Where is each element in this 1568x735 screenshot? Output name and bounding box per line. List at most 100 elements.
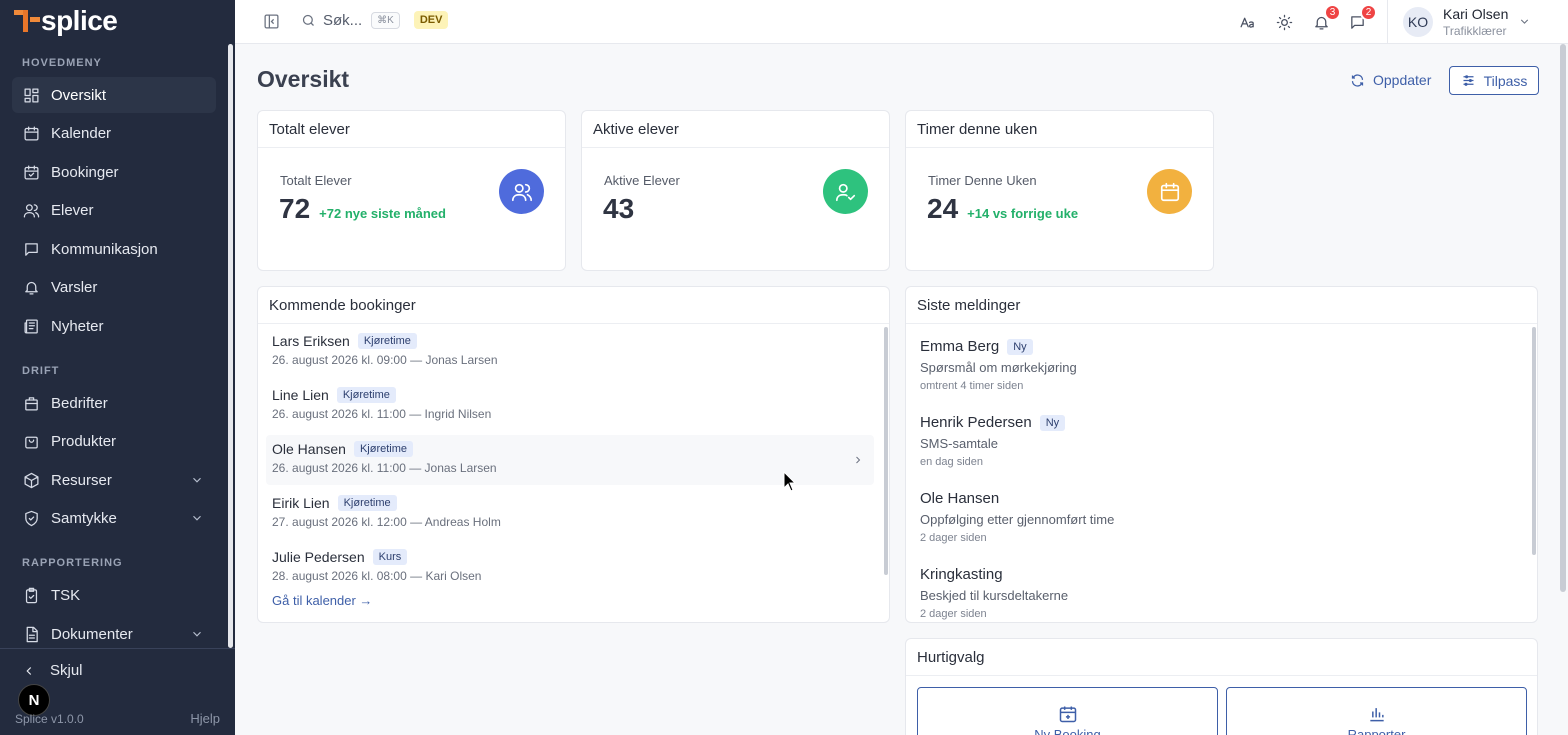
logo[interactable]: splice [14, 5, 118, 36]
new-booking-button[interactable]: Ny Booking [917, 687, 1218, 735]
sidebar-item-label: Resurser [51, 471, 112, 489]
message-text: Spørsmål om mørkekjøring [920, 360, 1077, 375]
refresh-button[interactable]: Oppdater [1350, 66, 1431, 94]
sidebar-item-label: Kommunikasjon [51, 240, 158, 258]
panel-left-icon [264, 14, 279, 29]
sidebar-item-label: Elever [51, 201, 94, 219]
go-to-calendar-link[interactable]: Gå til kalender → [272, 593, 372, 608]
message-text: SMS-samtale [920, 436, 999, 451]
customize-button[interactable]: Tilpass [1449, 66, 1539, 95]
mouse-cursor-icon [783, 471, 797, 492]
sidebar-item-label: Nyheter [51, 317, 104, 335]
booking-row[interactable]: Julie Pedersen Kurs 28. august 2026 kl. 0… [266, 543, 874, 593]
sidebar-item-label: Oversikt [51, 86, 107, 104]
search-button[interactable]: Søk... ⌘K DEV [301, 11, 449, 29]
stat-card-timer-denne-uken: Timer denne uken Timer Denne Uken 24 +14… [905, 110, 1214, 271]
sidebar-item-label: Bookinger [51, 163, 119, 181]
sidebar-item-dokumenter[interactable]: Dokumenter [12, 616, 216, 652]
collapse-sidebar-button[interactable]: Skjul [22, 662, 83, 679]
chevron-down-icon [190, 627, 204, 641]
card-title: Kommende bookinger [258, 287, 889, 324]
topbar-divider [1387, 0, 1388, 44]
messages-scrollbar[interactable] [1532, 327, 1536, 555]
booking-name: Eirik Lien [272, 495, 330, 511]
help-link[interactable]: Hjelp [190, 711, 220, 726]
booking-time: 27. august 2026 kl. 12:00 — Andreas Holm [272, 515, 501, 529]
user-name[interactable]: Kari Olsen [1443, 6, 1508, 22]
booking-name-row: Julie Pedersen Kurs [272, 549, 408, 565]
bookings-scrollbar[interactable] [884, 327, 888, 575]
search-placeholder: Søk... [323, 11, 363, 29]
booking-tag: Kjøretime [357, 333, 417, 349]
booking-tag: Kurs [372, 549, 408, 565]
quick-action-label: Ny Booking [1034, 727, 1101, 735]
stat-number: 72 [279, 193, 311, 224]
card-title: Timer denne uken [906, 111, 1213, 148]
refresh-label: Oppdater [1373, 72, 1432, 88]
message-item[interactable]: Kringkasting Beskjed til kursdeltakerne … [920, 566, 1068, 620]
sidebar-item-kalender[interactable]: Kalender [12, 115, 216, 151]
calendar-icon [22, 124, 40, 142]
sidebar-item-bookinger[interactable]: Bookinger [12, 154, 216, 190]
section-rapportering: RAPPORTERING [22, 557, 123, 569]
messages-button[interactable]: 2 [1347, 4, 1377, 32]
sidebar-item-bedrifter[interactable]: Bedrifter [12, 385, 216, 421]
booking-tag: Kjøretime [336, 387, 396, 403]
shield-check-icon [22, 509, 40, 527]
sidebar-item-varsler[interactable]: Varsler [12, 269, 216, 305]
sidebar-item-elever[interactable]: Elever [12, 192, 216, 228]
stat-card-aktive-elever: Aktive elever Aktive Elever 43 [581, 110, 890, 271]
sidebar-item-label: Varsler [51, 278, 98, 296]
message-sender: Henrik Pedersen [920, 414, 1032, 431]
splice-logo-icon [14, 7, 40, 35]
page-title: Oversikt [257, 66, 350, 92]
booking-name-row: Ole Hansen Kjøretime [272, 441, 413, 457]
booking-row[interactable]: Line Lien Kjøretime 26. august 2026 kl. 1… [266, 381, 874, 431]
sidebar-item-resurser[interactable]: Resurser [12, 462, 216, 498]
chevron-down-icon [190, 473, 204, 487]
sidebar-item-produkter[interactable]: Produkter [12, 423, 216, 459]
message-item[interactable]: Henrik Pedersen Ny SMS-samtale en dag sid… [920, 414, 1066, 468]
message-item[interactable]: Emma Berg Ny Spørsmål om mørkekjøring omt… [920, 338, 1077, 392]
message-time: 2 dager siden [920, 608, 987, 620]
refresh-icon [1351, 73, 1364, 87]
booking-row[interactable]: Lars Eriksen Kjøretime 26. august 2026 kl… [266, 327, 874, 377]
stat-card-totalt-elever: Totalt elever Totalt Elever 72 +72 nye s… [257, 110, 566, 271]
message-item[interactable]: Ole Hansen Oppfølging etter gjennomført … [920, 490, 1114, 544]
message-sender: Ole Hansen [920, 490, 1000, 507]
building-icon [22, 394, 40, 412]
message-text: Oppfølging etter gjennomført time [920, 512, 1115, 527]
page-scrollbar[interactable] [1560, 44, 1566, 592]
section-hovedmeny: HOVEDMENY [22, 57, 102, 69]
theme-toggle-button[interactable] [1274, 12, 1294, 32]
env-badge: DEV [413, 11, 449, 29]
sidebar-item-oversikt[interactable]: Oversikt [12, 77, 216, 113]
user-menu-chevron[interactable] [1518, 15, 1531, 28]
sidebar-item-kommunikasjon[interactable]: Kommunikasjon [12, 231, 216, 267]
text-size-button[interactable] [1237, 12, 1257, 32]
calendar-plus-icon [1059, 706, 1076, 723]
quick-action-label: Rapporter [1347, 727, 1406, 735]
customize-label: Tilpass [1483, 72, 1528, 89]
stat-label: Totalt Elever [280, 173, 352, 188]
sidebar-item-nyheter[interactable]: Nyheter [12, 308, 216, 344]
booking-time: 26. august 2026 kl. 11:00 — Ingrid Nilse… [272, 407, 492, 421]
sidebar-item-tsk[interactable]: TSK [12, 577, 216, 613]
sidebar: splice HOVEDMENY Oversikt Kalender Booki… [0, 0, 235, 735]
sidebar-divider [0, 648, 235, 649]
booking-row[interactable]: Eirik Lien Kjøretime 27. august 2026 kl. … [266, 489, 874, 539]
upcoming-bookings-card: Kommende bookinger Lars Eriksen Kjøretime… [257, 286, 890, 623]
avatar[interactable]: KO [1403, 7, 1433, 37]
card-title: Aktive elever [582, 111, 889, 148]
calendar-check-icon [22, 163, 40, 181]
sidebar-item-label: Kalender [51, 124, 112, 142]
shopping-bag-icon [22, 432, 40, 450]
sidebar-toggle-button[interactable] [263, 13, 280, 30]
notifications-button[interactable]: 3 [1311, 4, 1341, 32]
card-title: Totalt elever [258, 111, 565, 148]
message-name-row: Kringkasting [920, 566, 1068, 583]
reports-button[interactable]: Rapporter [1226, 687, 1527, 735]
sidebar-item-samtykke[interactable]: Samtykke [12, 500, 216, 536]
sidebar-scrollbar[interactable] [228, 44, 233, 648]
sidebar-item-label: Produkter [51, 432, 117, 450]
